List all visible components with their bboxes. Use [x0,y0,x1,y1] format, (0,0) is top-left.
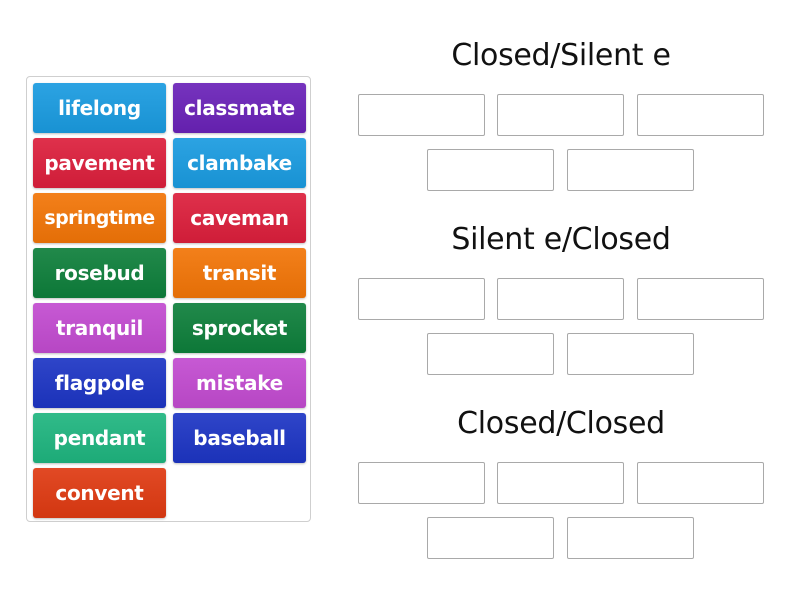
drop-slot[interactable] [637,462,764,504]
word-tile-caveman[interactable]: caveman [173,193,306,243]
drop-slot[interactable] [358,462,485,504]
drop-slot[interactable] [497,462,624,504]
drop-slot[interactable] [637,278,764,320]
word-tile-springtime[interactable]: springtime [33,193,166,243]
word-tile-baseball[interactable]: baseball [173,413,306,463]
drop-slot[interactable] [497,278,624,320]
drop-slot[interactable] [358,278,485,320]
drop-slot[interactable] [358,94,485,136]
drop-slot[interactable] [427,517,554,559]
drop-slot[interactable] [567,149,694,191]
word-bank-panel: lifelong classmate pavement clambake spr… [26,76,311,522]
word-tile-pavement[interactable]: pavement [33,138,166,188]
word-tile-rosebud[interactable]: rosebud [33,248,166,298]
drop-slot[interactable] [497,94,624,136]
word-tile-lifelong[interactable]: lifelong [33,83,166,133]
drop-slot[interactable] [567,333,694,375]
word-tile-convent[interactable]: convent [33,468,166,518]
word-tile-sprocket[interactable]: sprocket [173,303,306,353]
drop-slot[interactable] [637,94,764,136]
drop-slot[interactable] [427,149,554,191]
word-tile-classmate[interactable]: classmate [173,83,306,133]
group-title-silent-e-closed: Silent e/Closed [451,222,671,257]
group-title-closed-closed: Closed/Closed [457,406,665,441]
word-tile-tranquil[interactable]: tranquil [33,303,166,353]
drop-slot[interactable] [567,517,694,559]
word-tile-pendant[interactable]: pendant [33,413,166,463]
word-tile-clambake[interactable]: clambake [173,138,306,188]
word-tile-transit[interactable]: transit [173,248,306,298]
drop-slot[interactable] [427,333,554,375]
group-title-closed-silent-e: Closed/Silent e [451,38,671,73]
word-tile-flagpole[interactable]: flagpole [33,358,166,408]
word-tile-mistake[interactable]: mistake [173,358,306,408]
